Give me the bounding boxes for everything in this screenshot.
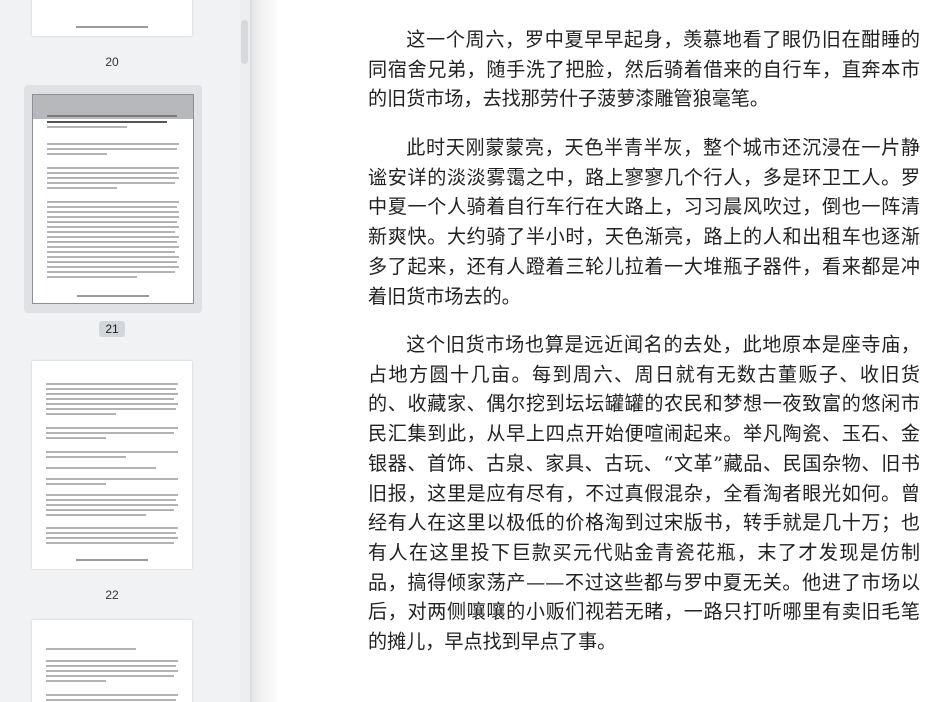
- panel-divider[interactable]: [250, 0, 280, 702]
- sidebar-scrollbar[interactable]: [240, 0, 250, 702]
- page-thumbnail-23[interactable]: [32, 620, 192, 702]
- document-view: 这一个周六，罗中夏早早起身，羡慕地看了眼仍旧在酣睡的同宿舍兄弟，随手洗了把脸，然…: [280, 0, 949, 702]
- page-number-label: 20: [105, 55, 119, 69]
- page-number-label: 22: [105, 588, 119, 602]
- thumbnail-sidebar: 20 21 22: [0, 0, 250, 702]
- page-number-label: 21: [32, 321, 192, 337]
- page-thumbnail-21[interactable]: [32, 94, 194, 304]
- paragraph: 这个旧货市场也算是远近闻名的去处，此地原本是座寺庙，占地方圆十几亩。每到周六、周…: [368, 333, 920, 654]
- page-thumbnail-22[interactable]: [32, 361, 192, 569]
- paragraph: 此时天刚蒙蒙亮，天色半青半灰，整个城市还沉浸在一片静谧安详的淡淡雾霭之中，路上寥…: [368, 136, 920, 308]
- sidebar-scrollbar-thumb[interactable]: [241, 20, 248, 64]
- paragraph: 这一个周六，罗中夏早早起身，羡慕地看了眼仍旧在酣睡的同宿舍兄弟，随手洗了把脸，然…: [368, 28, 920, 111]
- page-thumbnail-20[interactable]: [32, 0, 192, 36]
